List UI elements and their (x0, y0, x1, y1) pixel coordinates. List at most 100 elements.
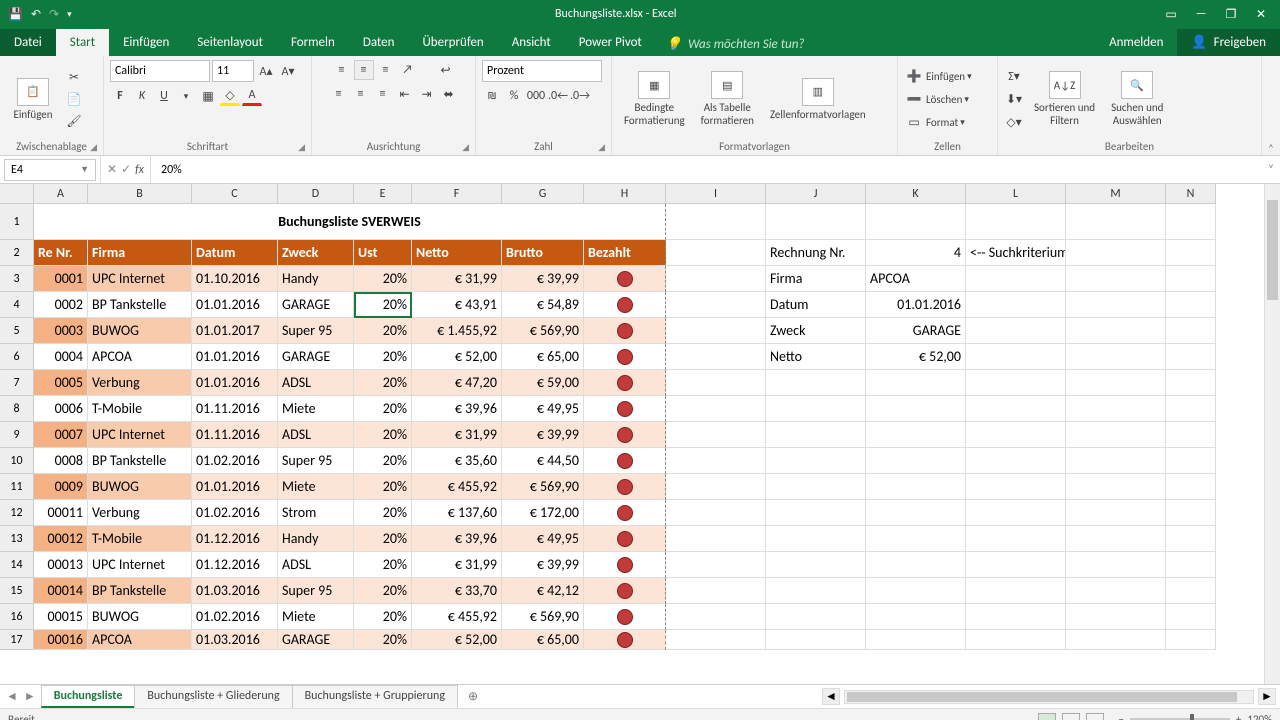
insert-function-button[interactable]: fx (135, 163, 144, 177)
cell[interactable] (1166, 578, 1216, 604)
percent-format-button[interactable]: % (504, 86, 524, 106)
cell[interactable]: € 59,00 (502, 370, 584, 396)
vertical-scrollbar[interactable] (1264, 184, 1280, 684)
cell[interactable]: 01.02.2016 (192, 500, 278, 526)
sheet-tab[interactable]: Buchungsliste (41, 685, 136, 708)
cell[interactable]: € 137,60 (412, 500, 502, 526)
row-header[interactable]: 1 (0, 204, 34, 240)
cell[interactable]: € 31,99 (412, 552, 502, 578)
cell[interactable] (666, 500, 766, 526)
accept-formula-button[interactable]: ✓ (121, 162, 131, 177)
dialog-launcher-icon[interactable]: ◢ (298, 142, 305, 153)
cell[interactable]: € 39,99 (502, 552, 584, 578)
cell[interactable] (766, 474, 866, 500)
cell[interactable] (866, 604, 966, 630)
merge-center-button[interactable]: ⬌ (439, 84, 459, 104)
cell[interactable] (1166, 500, 1216, 526)
cell[interactable]: 00012 (34, 526, 88, 552)
cell[interactable]: 0002 (34, 292, 88, 318)
paste-button[interactable]: 📋 Einfügen (6, 76, 60, 123)
row-header[interactable]: 7 (0, 370, 34, 396)
row-header[interactable]: 3 (0, 266, 34, 292)
scrollbar-thumb[interactable] (847, 692, 1237, 702)
cell[interactable]: € 455,92 (412, 474, 502, 500)
cell[interactable]: Netto (412, 240, 502, 266)
cell[interactable]: 0009 (34, 474, 88, 500)
cell[interactable]: APCOA (88, 344, 192, 370)
col-header[interactable]: C (192, 184, 278, 204)
cell[interactable] (966, 578, 1066, 604)
font-size-select[interactable] (212, 60, 254, 82)
cell[interactable]: 0004 (34, 344, 88, 370)
bold-button[interactable]: F (110, 86, 130, 106)
cell[interactable] (584, 318, 666, 344)
cell[interactable]: 01.01.2016 (192, 344, 278, 370)
cell[interactable]: Strom (278, 500, 354, 526)
tab-einfügen[interactable]: Einfügen (109, 29, 183, 56)
minimize-button[interactable]: — (1188, 7, 1214, 22)
cell[interactable]: 01.10.2016 (192, 266, 278, 292)
align-bottom-button[interactable]: ≡ (376, 60, 396, 80)
cell[interactable] (966, 396, 1066, 422)
col-header[interactable]: F (412, 184, 502, 204)
cell[interactable]: 20% (354, 578, 412, 604)
cell[interactable]: 01.02.2016 (192, 604, 278, 630)
tab-überprüfen[interactable]: Überprüfen (408, 29, 497, 56)
cell[interactable]: Verbung (88, 500, 192, 526)
cell[interactable] (766, 552, 866, 578)
col-header[interactable]: D (278, 184, 354, 204)
cell[interactable]: 20% (354, 370, 412, 396)
cell[interactable]: 20% (354, 526, 412, 552)
col-header[interactable]: G (502, 184, 584, 204)
col-header[interactable]: K (866, 184, 966, 204)
name-box[interactable]: E4 ▼ (4, 159, 96, 181)
cell[interactable]: Datum (192, 240, 278, 266)
cell[interactable]: € 52,00 (866, 344, 966, 370)
cell[interactable] (766, 448, 866, 474)
align-middle-button[interactable]: ≡ (354, 60, 374, 80)
decrease-font-button[interactable]: A▾ (278, 61, 298, 81)
cell[interactable] (584, 578, 666, 604)
increase-decimal-button[interactable]: .0← (548, 86, 568, 106)
cell[interactable]: 20% (354, 474, 412, 500)
cell[interactable]: € 31,99 (412, 422, 502, 448)
cell[interactable] (766, 204, 866, 240)
cell[interactable] (966, 630, 1066, 650)
cell[interactable]: € 569,90 (502, 318, 584, 344)
format-cells-button[interactable]: ▭Format▾ (904, 112, 972, 132)
column-headers[interactable]: ABCDEFGHIJKLMN (34, 184, 1216, 204)
align-top-button[interactable]: ≡ (332, 60, 352, 80)
hscroll-right-button[interactable]: ► (1258, 688, 1276, 705)
cell[interactable]: 20% (354, 448, 412, 474)
cell[interactable] (584, 396, 666, 422)
tab-formeln[interactable]: Formeln (277, 29, 349, 56)
cell[interactable] (866, 552, 966, 578)
cell[interactable]: € 31,99 (412, 266, 502, 292)
cell[interactable] (1166, 204, 1216, 240)
row-header[interactable]: 17 (0, 630, 34, 650)
row-header[interactable]: 5 (0, 318, 34, 344)
cell[interactable]: Miete (278, 604, 354, 630)
cell[interactable] (1066, 604, 1166, 630)
cell[interactable] (666, 240, 766, 266)
cell[interactable]: € 39,96 (412, 396, 502, 422)
cell[interactable] (584, 370, 666, 396)
maximize-button[interactable]: ❐ (1218, 7, 1244, 22)
cell[interactable] (966, 266, 1066, 292)
cell[interactable]: <-- Suchkriterium (966, 240, 1066, 266)
dialog-launcher-icon[interactable]: ◢ (462, 142, 469, 153)
italic-button[interactable]: K (132, 86, 152, 106)
cell[interactable]: Brutto (502, 240, 584, 266)
cell[interactable] (766, 396, 866, 422)
cell[interactable]: Re Nr. (34, 240, 88, 266)
cell[interactable] (1166, 552, 1216, 578)
cell[interactable]: € 65,00 (502, 630, 584, 650)
cell[interactable]: € 54,89 (502, 292, 584, 318)
cell[interactable] (1166, 396, 1216, 422)
insert-cells-button[interactable]: ➕Einfügen▾ (904, 66, 972, 86)
cell[interactable] (766, 604, 866, 630)
fill-button[interactable]: ⬇▾ (1004, 89, 1024, 109)
cell[interactable] (666, 318, 766, 344)
align-left-button[interactable]: ≡ (329, 84, 349, 104)
cell[interactable]: 00014 (34, 578, 88, 604)
